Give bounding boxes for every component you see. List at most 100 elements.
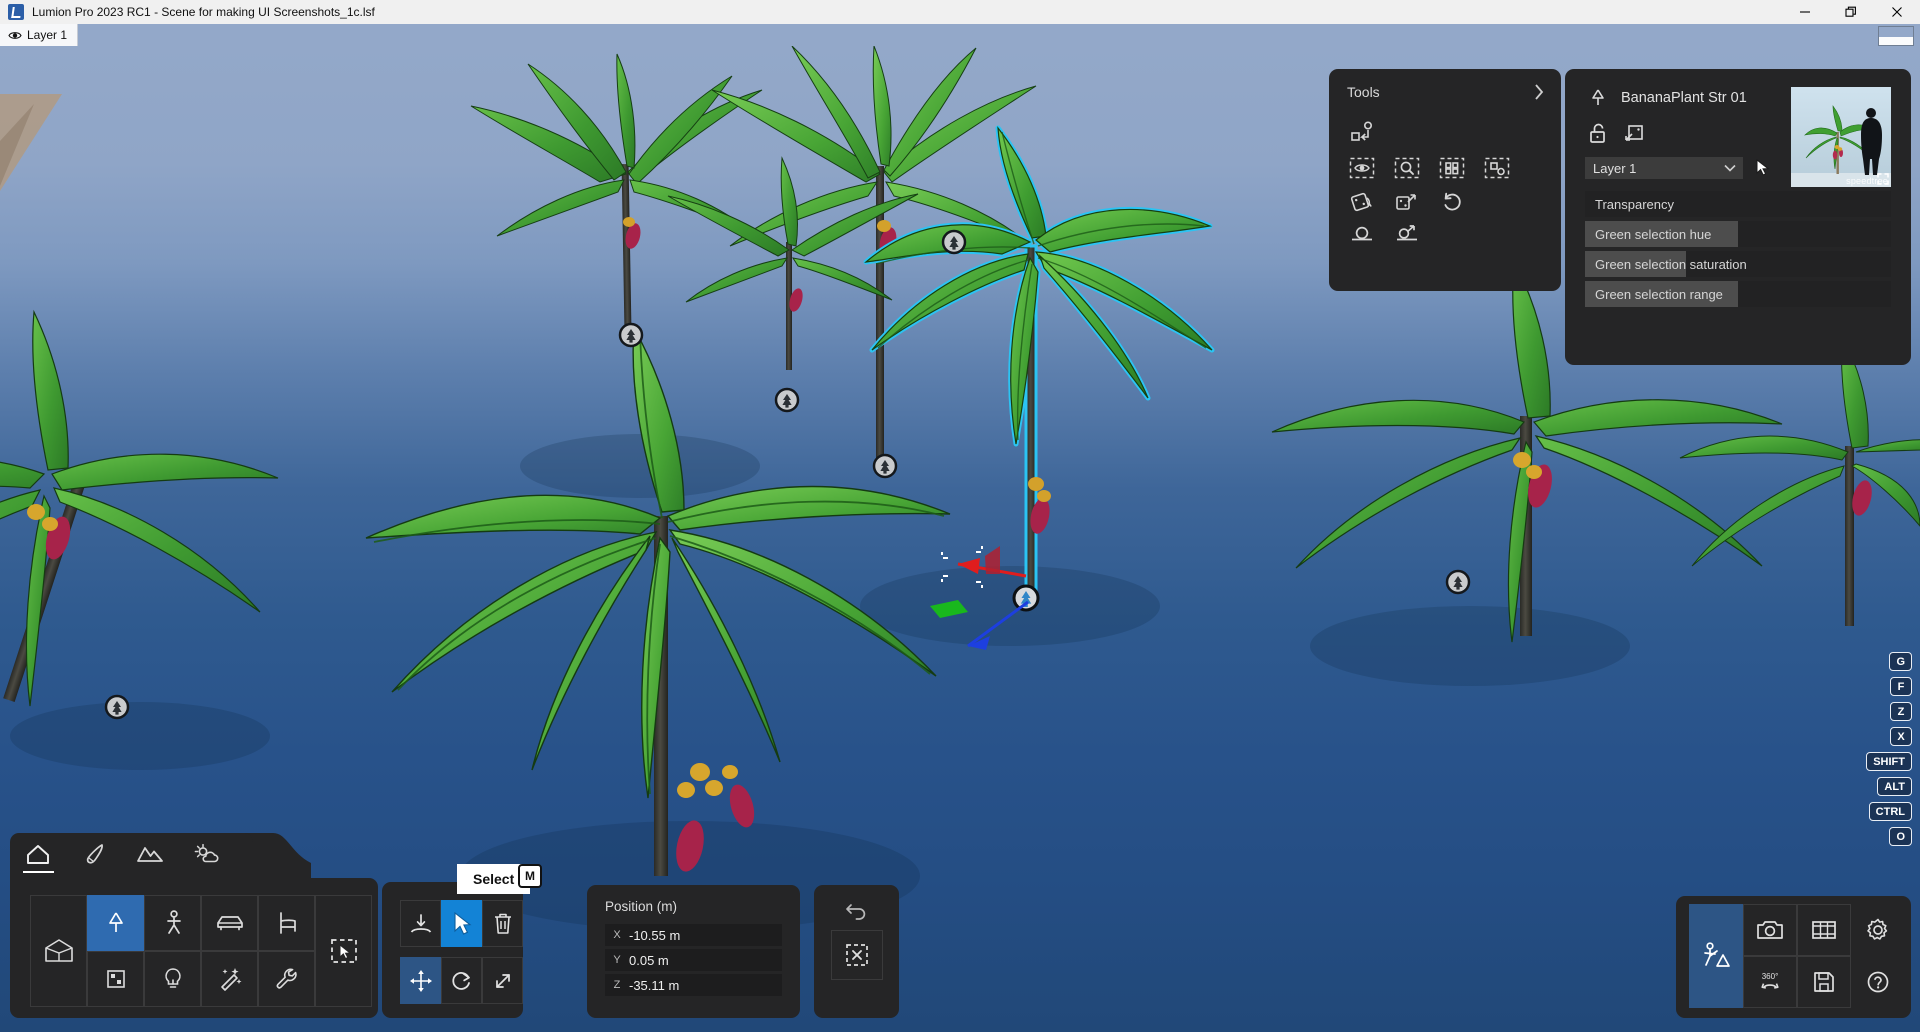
slider-label: Green selection saturation: [1585, 257, 1747, 272]
tab-landscape[interactable]: [122, 833, 178, 881]
save-button[interactable]: [1797, 956, 1851, 1008]
layer-select[interactable]: Layer 1: [1585, 157, 1743, 179]
undo-arrow-icon[interactable]: [844, 900, 870, 922]
position-field-x[interactable]: X -10.55 m: [605, 924, 782, 946]
slider-green-selection-hue[interactable]: Green selection hue: [1585, 221, 1891, 247]
eye-icon[interactable]: [8, 30, 22, 41]
object-name-label: BananaPlant Str 01: [1621, 90, 1747, 106]
undo-context-panel: [814, 885, 899, 1018]
key-badge-shift[interactable]: SHIFT: [1866, 752, 1912, 771]
object-library-panel: [10, 878, 378, 1018]
scale-diagonal-icon: [491, 969, 515, 993]
build-mode-button[interactable]: [1689, 904, 1743, 1008]
photo-mode-button[interactable]: [1743, 904, 1797, 956]
sun-cloud-icon: [192, 842, 220, 866]
chevron-down-icon: [1723, 163, 1737, 173]
movie-mode-button[interactable]: [1797, 904, 1851, 956]
minimap[interactable]: [1878, 26, 1914, 46]
randomize-rotation-icon[interactable]: [1343, 187, 1380, 217]
tooltip-shortcut-key: M: [518, 864, 542, 888]
tree-marker-icon-selected: [1014, 586, 1038, 610]
select-visible-icon[interactable]: [1343, 153, 1380, 183]
tree-icon: [1587, 87, 1609, 109]
mode-panel-inner: 360°: [1676, 896, 1911, 1008]
library-import-model[interactable]: [30, 895, 87, 1007]
scale-tool-button[interactable]: [482, 957, 523, 1004]
slider-transparency[interactable]: Transparency: [1585, 191, 1891, 217]
slider-label: Green selection hue: [1585, 227, 1711, 242]
window-controls: [1782, 0, 1920, 24]
layer-tab-1[interactable]: Layer 1: [0, 24, 78, 46]
library-category-columns: [87, 895, 315, 1007]
tab-materials[interactable]: [66, 833, 122, 881]
library-effects[interactable]: [201, 951, 258, 1007]
scale-to-icon[interactable]: [1623, 121, 1647, 145]
key-badge-g[interactable]: G: [1889, 652, 1912, 671]
wrench-icon: [274, 966, 300, 992]
select-object-button[interactable]: [441, 900, 482, 947]
move-arrows-icon: [408, 968, 434, 994]
close-button[interactable]: [1874, 0, 1920, 24]
key-badge-f[interactable]: F: [1890, 677, 1912, 696]
mode-row-top: [1743, 904, 1905, 956]
rotate-tool-button[interactable]: [441, 957, 482, 1004]
select-similar-icon[interactable]: [1388, 153, 1425, 183]
position-panel: Position (m) X -10.55 m Y 0.05 m Z -35.1…: [587, 885, 800, 1018]
axis-label-y: Y: [605, 954, 629, 966]
key-badge-ctrl[interactable]: CTRL: [1869, 802, 1912, 821]
tooltip-label: Select: [473, 871, 514, 887]
library-indoor[interactable]: [258, 895, 315, 951]
expand-icon[interactable]: [1877, 173, 1889, 185]
settings-button[interactable]: [1851, 904, 1905, 956]
category-tab-bar: [10, 833, 253, 881]
library-utilities[interactable]: [258, 951, 315, 1007]
select-within-icon[interactable]: [1478, 153, 1515, 183]
place-on-slope-icon[interactable]: [1388, 219, 1425, 249]
transform-tools-panel: [382, 882, 523, 1018]
panorama-mode-button[interactable]: 360°: [1743, 956, 1797, 1008]
key-badge-alt[interactable]: ALT: [1877, 777, 1912, 796]
place-object-button[interactable]: [400, 900, 441, 947]
tools-panel-header: Tools: [1329, 69, 1561, 101]
tab-weather[interactable]: [178, 833, 234, 881]
unlock-icon[interactable]: [1587, 121, 1609, 145]
mode-panel: 360°: [1676, 896, 1911, 1018]
cursor-arrow-icon[interactable]: [1755, 159, 1771, 177]
library-lights[interactable]: [144, 951, 201, 1007]
key-badge-x[interactable]: X: [1890, 727, 1912, 746]
library-outdoor[interactable]: [87, 951, 144, 1007]
slider-green-selection-range[interactable]: Green selection range: [1585, 281, 1891, 307]
key-badge-z[interactable]: Z: [1890, 702, 1912, 721]
deselect-button[interactable]: [831, 930, 883, 980]
move-to-icon[interactable]: [1343, 117, 1380, 147]
tab-objects[interactable]: [10, 833, 66, 881]
chevron-right-icon[interactable]: [1533, 83, 1545, 101]
delete-object-button[interactable]: [482, 900, 523, 947]
help-button[interactable]: [1851, 956, 1905, 1008]
shortcut-key-badges: G F Z X SHIFT ALT CTRL O: [1866, 652, 1912, 846]
library-select-tool[interactable]: [315, 895, 372, 1007]
library-people[interactable]: [144, 895, 201, 951]
restore-button[interactable]: [1828, 0, 1874, 24]
minimize-button[interactable]: [1782, 0, 1828, 24]
key-badge-o[interactable]: O: [1889, 827, 1912, 846]
move-tool-button[interactable]: [400, 957, 441, 1004]
object-thumbnail[interactable]: speedtree: [1791, 87, 1891, 187]
tree-left-edge: [0, 312, 278, 706]
position-fields: X -10.55 m Y 0.05 m Z -35.11 m: [587, 914, 800, 996]
select-all-same-icon[interactable]: [1433, 153, 1470, 183]
person-icon: [161, 909, 185, 937]
slider-green-selection-saturation[interactable]: Green selection saturation: [1585, 251, 1891, 277]
undo-row: [814, 885, 899, 922]
randomize-size-icon[interactable]: [1388, 187, 1425, 217]
library-nature[interactable]: [87, 895, 144, 951]
library-transport[interactable]: [201, 895, 258, 951]
tools-row-2: [1329, 153, 1561, 183]
position-field-y[interactable]: Y 0.05 m: [605, 949, 782, 971]
reset-rotation-icon[interactable]: [1433, 187, 1470, 217]
restore-icon: [1845, 6, 1857, 18]
position-field-z[interactable]: Z -35.11 m: [605, 974, 782, 996]
place-on-ground-icon[interactable]: [1343, 219, 1380, 249]
library-row-bottom: [87, 951, 315, 1007]
tree-far-right: [1680, 338, 1920, 626]
